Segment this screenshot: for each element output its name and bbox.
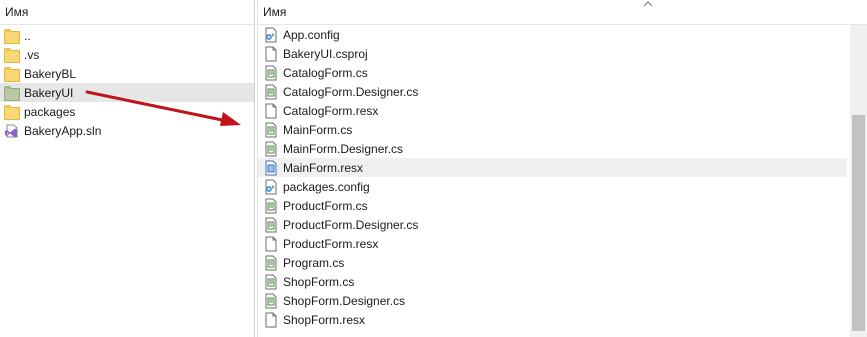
- folder-icon: [4, 104, 20, 120]
- list-item-file[interactable]: ShopForm.cs: [258, 272, 847, 291]
- item-label: ProductForm.resx: [283, 236, 379, 251]
- sort-ascending-icon: [643, 1, 653, 7]
- code-file-icon: [263, 65, 279, 81]
- right-column-header-label: Имя: [263, 5, 287, 19]
- list-item-file[interactable]: CatalogForm.cs: [258, 63, 847, 82]
- item-label: CatalogForm.resx: [283, 103, 379, 118]
- list-item-file[interactable]: CatalogForm.Designer.cs: [258, 82, 847, 101]
- item-label: .vs: [24, 47, 40, 62]
- item-label: MainForm.resx: [283, 160, 364, 175]
- right-name-column-header[interactable]: Имя: [258, 0, 867, 25]
- item-label: CatalogForm.Designer.cs: [283, 84, 419, 99]
- folder-icon: [4, 85, 20, 101]
- blank-file-icon: [263, 236, 279, 252]
- list-item-file[interactable]: packages.config: [258, 177, 847, 196]
- code-file-icon: [263, 84, 279, 100]
- left-name-column-header[interactable]: Имя: [0, 0, 254, 25]
- item-label: ShopForm.Designer.cs: [283, 293, 406, 308]
- item-label: CatalogForm.cs: [283, 65, 368, 80]
- list-item-bakerybl-folder[interactable]: BakeryBL: [0, 64, 254, 83]
- list-item-file[interactable]: ProductForm.Designer.cs: [258, 215, 847, 234]
- list-item-file[interactable]: MainForm.cs: [258, 120, 847, 139]
- left-column-header-label: Имя: [5, 5, 29, 19]
- item-label: BakeryUI: [24, 85, 74, 100]
- blank-file-icon: [263, 312, 279, 328]
- item-label: packages: [24, 104, 76, 119]
- code-file-icon: [263, 141, 279, 157]
- item-label: BakeryUI.csproj: [283, 46, 368, 61]
- item-label: App.config: [283, 27, 340, 42]
- list-item-file[interactable]: MainForm.resx: [258, 158, 847, 177]
- list-item-packages-folder[interactable]: packages: [0, 102, 254, 121]
- item-label: ..: [24, 28, 31, 43]
- item-label: Program.cs: [283, 255, 345, 270]
- list-item-file[interactable]: CatalogForm.resx: [258, 101, 847, 120]
- item-label: MainForm.Designer.cs: [283, 141, 404, 156]
- code-file-icon: [263, 274, 279, 290]
- code-file-icon: [263, 198, 279, 214]
- code-file-icon: [263, 122, 279, 138]
- left-file-list: .. .vs BakeryBL BakeryUI packages Bakery…: [0, 26, 254, 140]
- right-file-list: App.config BakeryUI.csproj CatalogForm.c…: [258, 25, 847, 329]
- config-file-icon: [263, 27, 279, 43]
- folder-icon: [4, 47, 20, 63]
- list-item-file[interactable]: App.config: [258, 25, 847, 44]
- right-file-pane: Имя App.config BakeryUI.csproj CatalogFo…: [257, 0, 867, 337]
- list-item-solution-file[interactable]: BakeryApp.sln: [0, 121, 254, 140]
- code-file-icon: [263, 255, 279, 271]
- list-item-file[interactable]: ProductForm.resx: [258, 234, 847, 253]
- list-item-file[interactable]: Program.cs: [258, 253, 847, 272]
- config-file-icon: [263, 179, 279, 195]
- list-item-file[interactable]: MainForm.Designer.cs: [258, 139, 847, 158]
- item-label: ProductForm.cs: [283, 198, 368, 213]
- list-item-file[interactable]: ShopForm.resx: [258, 310, 847, 329]
- item-label: packages.config: [283, 179, 370, 194]
- list-item-file[interactable]: BakeryUI.csproj: [258, 44, 847, 63]
- blank-file-icon: [263, 103, 279, 119]
- item-label: BakeryApp.sln: [24, 123, 102, 138]
- list-item-file[interactable]: ProductForm.cs: [258, 196, 847, 215]
- blank-file-icon: [263, 46, 279, 62]
- code-file-icon: [263, 293, 279, 309]
- folder-icon: [4, 28, 20, 44]
- item-label: ShopForm.cs: [283, 274, 355, 289]
- resx-file-icon: [263, 160, 279, 176]
- scrollbar-thumb[interactable]: [852, 115, 865, 331]
- vertical-scrollbar[interactable]: [850, 25, 867, 337]
- list-item-vs-folder[interactable]: .vs: [0, 45, 254, 64]
- item-label: MainForm.cs: [283, 122, 353, 137]
- list-item-bakeryui-folder[interactable]: BakeryUI: [0, 83, 254, 102]
- code-file-icon: [263, 217, 279, 233]
- folder-icon: [4, 66, 20, 82]
- list-item-parent-folder[interactable]: ..: [0, 26, 254, 45]
- item-label: ProductForm.Designer.cs: [283, 217, 419, 232]
- left-file-pane: Имя .. .vs BakeryBL BakeryUI packages Ba…: [0, 0, 255, 337]
- list-item-file[interactable]: ShopForm.Designer.cs: [258, 291, 847, 310]
- item-label: ShopForm.resx: [283, 312, 366, 327]
- item-label: BakeryBL: [24, 66, 77, 81]
- visual-studio-solution-icon: [4, 123, 20, 139]
